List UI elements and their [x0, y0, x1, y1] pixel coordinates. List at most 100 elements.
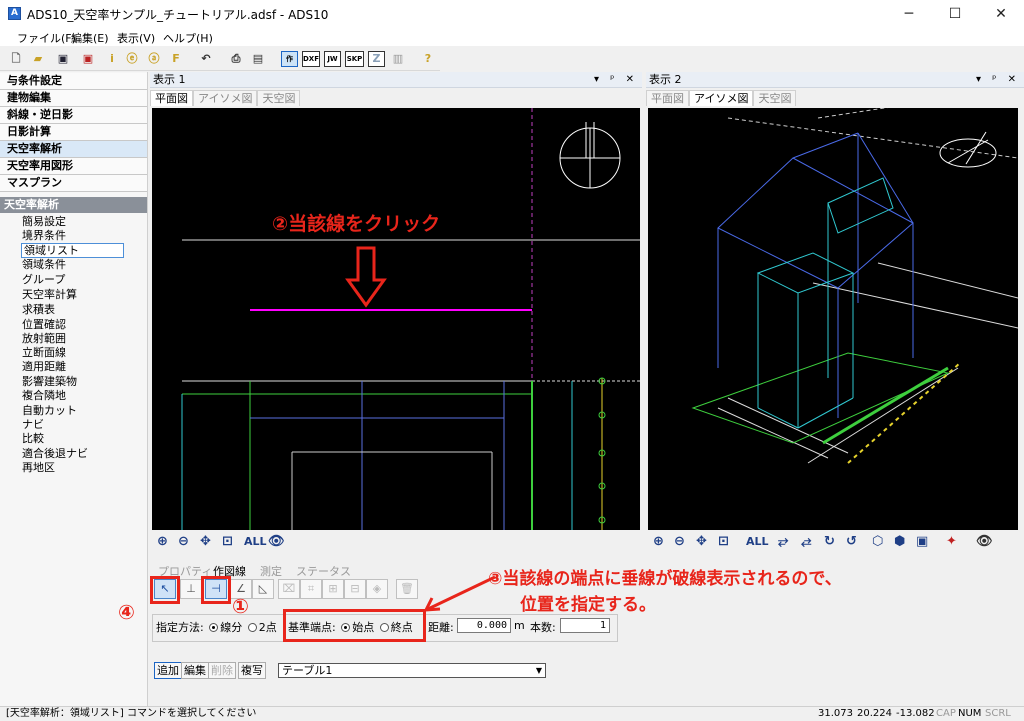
- rotate-up-icon[interactable]: ↺: [846, 534, 857, 550]
- sub-item-radiation[interactable]: 放射範囲: [22, 332, 66, 345]
- sub-item-simple-setup[interactable]: 簡易設定: [22, 215, 66, 228]
- category-shadow-calc[interactable]: 日影計算: [0, 124, 147, 141]
- sub-item-area-table[interactable]: 求積表: [22, 303, 55, 316]
- open-folder-icon[interactable]: ▰: [30, 51, 46, 67]
- sub-item-group[interactable]: グループ: [22, 273, 65, 286]
- copy-button[interactable]: 複写: [238, 662, 266, 679]
- iso-drawing[interactable]: [648, 108, 1018, 530]
- sub-item-setback-navi[interactable]: 適合後退ナビ: [22, 447, 88, 460]
- view1-tab-iso[interactable]: アイソメ図: [193, 90, 258, 106]
- delete-icon[interactable]: 🗑: [396, 579, 418, 599]
- sub-item-influence[interactable]: 影響建築物: [22, 375, 77, 388]
- menu-file[interactable]: ファイル(F): [17, 30, 76, 46]
- category-mass-plan[interactable]: マスプラン: [0, 175, 147, 192]
- maximize-button[interactable]: ☐: [932, 0, 978, 28]
- tab-measure[interactable]: 測定: [260, 563, 282, 579]
- rotate-left-icon[interactable]: ⥂: [778, 534, 788, 550]
- tool-e-icon[interactable]: ◈: [366, 579, 388, 599]
- view2-controls[interactable]: ▾ ᵖ ✕: [976, 72, 1020, 88]
- zoom-all-button[interactable]: ALL: [244, 534, 267, 550]
- e-icon[interactable]: ⓔ: [124, 51, 140, 67]
- zoom-all-button[interactable]: ALL: [746, 534, 769, 550]
- category-building-edit[interactable]: 建物編集: [0, 90, 147, 107]
- zoom-window-icon[interactable]: ⊡: [222, 534, 233, 550]
- close-button[interactable]: ✕: [978, 0, 1024, 28]
- print-icon[interactable]: ⎙: [228, 51, 244, 67]
- sub-item-auto-cut[interactable]: 自動カット: [22, 404, 77, 417]
- menu-help[interactable]: ヘルプ(H): [163, 30, 213, 46]
- new-file-icon[interactable]: 🗋: [8, 51, 24, 67]
- rotate-right-icon[interactable]: ⥄: [801, 534, 811, 550]
- zoom-out-icon[interactable]: ⊖: [674, 534, 685, 550]
- view2-tab-sky[interactable]: 天空図: [753, 90, 797, 106]
- skp-button[interactable]: SKP: [345, 51, 364, 67]
- menu-edit[interactable]: 編集(E): [71, 30, 109, 46]
- distance-input[interactable]: 0.000: [457, 618, 511, 633]
- zoom-out-icon[interactable]: ⊖: [178, 534, 189, 550]
- minimize-button[interactable]: ─: [886, 0, 932, 28]
- pan-icon[interactable]: ✥: [200, 534, 211, 550]
- jw-button[interactable]: JW: [324, 51, 341, 67]
- zoom-window-icon[interactable]: ⊡: [718, 534, 729, 550]
- print-preview-icon[interactable]: ▤: [250, 51, 266, 67]
- building-icon[interactable]: ▥: [390, 51, 406, 67]
- zoom-in-icon[interactable]: ⊕: [653, 534, 664, 550]
- sub-item-composite[interactable]: 複合隣地: [22, 389, 66, 402]
- sub-item-boundary[interactable]: 境界条件: [22, 229, 66, 242]
- sub-item-region-condition[interactable]: 領域条件: [22, 258, 66, 271]
- sub-item-compare[interactable]: 比較: [22, 432, 44, 445]
- rotate-down-icon[interactable]: ↻: [824, 534, 835, 550]
- sub-item-apply-distance[interactable]: 適用距離: [22, 360, 66, 373]
- sub-item-sky-calc[interactable]: 天空率計算: [22, 288, 77, 301]
- save-icon[interactable]: ▣: [55, 51, 71, 67]
- plan-drawing[interactable]: [152, 108, 640, 530]
- pan-icon[interactable]: ✥: [696, 534, 707, 550]
- sub-item-section-line[interactable]: 立断面線: [22, 346, 66, 359]
- tool-d-icon[interactable]: ⊟: [344, 579, 366, 599]
- edit-button[interactable]: 編集: [181, 662, 209, 679]
- axis-icon[interactable]: ✦: [946, 534, 957, 550]
- undo-icon[interactable]: ↶: [198, 51, 214, 67]
- z-button[interactable]: Z: [368, 51, 385, 67]
- sub-item-region-list[interactable]: 領域リスト: [21, 243, 124, 258]
- category-slant-shadow[interactable]: 斜線・逆日影: [0, 107, 147, 124]
- iso-view-icon[interactable]: ⬡: [872, 534, 883, 550]
- view1-canvas[interactable]: [152, 108, 640, 530]
- sub-item-position[interactable]: 位置確認: [22, 318, 66, 331]
- delete-button[interactable]: 削除: [208, 662, 236, 679]
- save-as-icon[interactable]: ▣: [80, 51, 96, 67]
- tool-b-icon[interactable]: ⌗: [300, 579, 322, 599]
- parallel-line-icon[interactable]: ⊥: [180, 579, 202, 599]
- menu-view[interactable]: 表示(V): [117, 30, 155, 46]
- tool-c-icon[interactable]: ⊞: [322, 579, 344, 599]
- view1-tab-sky[interactable]: 天空図: [257, 90, 301, 106]
- info-icon[interactable]: i: [104, 51, 120, 67]
- eye-icon[interactable]: 👁: [976, 534, 993, 550]
- zoom-in-icon[interactable]: ⊕: [157, 534, 168, 550]
- f-icon[interactable]: F: [168, 51, 184, 67]
- category-sky-analysis[interactable]: 天空率解析: [0, 141, 147, 158]
- view1-tab-plan[interactable]: 平面図: [150, 90, 193, 106]
- eye-icon[interactable]: 👁: [268, 534, 285, 550]
- view1-controls[interactable]: ▾ ᵖ ✕: [594, 72, 638, 88]
- method-2pt-radio[interactable]: [247, 623, 257, 632]
- view2-tab-iso[interactable]: アイソメ図: [689, 90, 754, 106]
- solid-view-icon[interactable]: ▣: [916, 534, 928, 550]
- tab-status[interactable]: ステータス: [296, 563, 351, 579]
- box-view-icon[interactable]: ⬢: [894, 534, 905, 550]
- sub-item-navi[interactable]: ナビ: [22, 418, 44, 431]
- view2-tab-plan[interactable]: 平面図: [646, 90, 689, 106]
- add-button[interactable]: 追加: [154, 662, 182, 679]
- view2-canvas[interactable]: [648, 108, 1018, 530]
- method-segment-radio[interactable]: [209, 623, 219, 632]
- dxf-button[interactable]: DXF: [302, 51, 320, 67]
- tool-a-icon[interactable]: ⌧: [278, 579, 300, 599]
- slope-line-icon[interactable]: ◺: [252, 579, 274, 599]
- table-select[interactable]: テーブル1 ▼: [278, 663, 546, 678]
- count-input[interactable]: 1: [560, 618, 610, 633]
- draw-mode-button[interactable]: 作: [281, 51, 298, 67]
- category-sky-shapes[interactable]: 天空率用図形: [0, 158, 147, 175]
- help-icon[interactable]: ?: [420, 51, 436, 67]
- a-icon[interactable]: ⓐ: [146, 51, 162, 67]
- category-conditions[interactable]: 与条件設定: [0, 73, 147, 90]
